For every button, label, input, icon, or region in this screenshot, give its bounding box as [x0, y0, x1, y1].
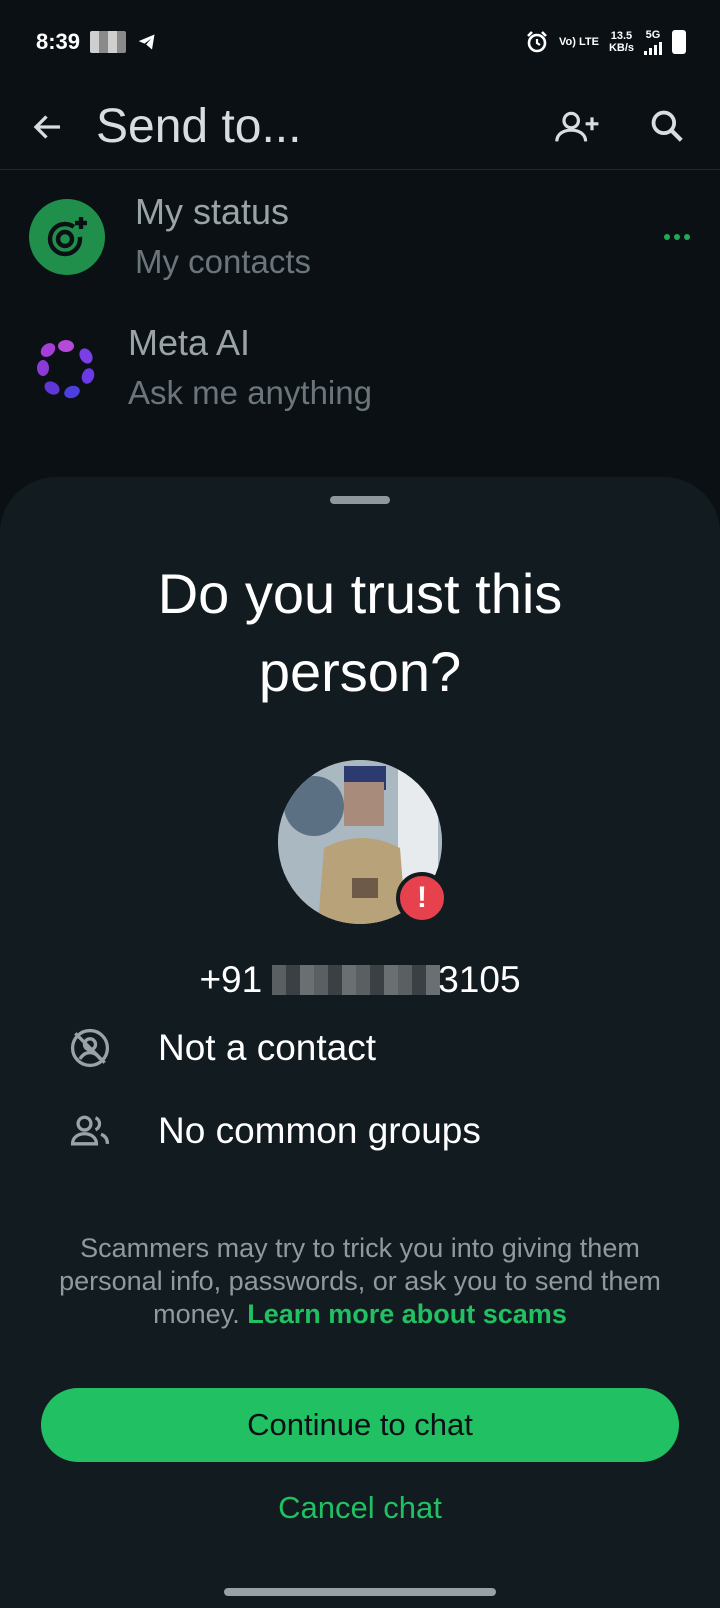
phone-suffix: 3105 [438, 959, 521, 1000]
signal-indicator: 5G [644, 29, 662, 55]
back-button[interactable] [0, 109, 96, 145]
status-add-icon [47, 217, 87, 257]
warning-badge-icon: ! [396, 872, 448, 924]
page-title: Send to... [96, 100, 302, 153]
no-contact-icon [70, 1028, 110, 1068]
cancel-chat-button[interactable]: Cancel chat [200, 1473, 520, 1543]
add-contact-icon[interactable] [552, 107, 600, 147]
profile-photo-container: ! [278, 760, 448, 924]
network-speed: 13.5 KB/s [609, 30, 634, 54]
phone-prefix: +91 [199, 959, 263, 1000]
list-item-title: My status [135, 191, 290, 232]
meta-ai-icon [37, 340, 95, 399]
info-text: Not a contact [158, 1027, 377, 1068]
more-options-icon[interactable] [664, 234, 690, 240]
list-item-subtitle: Ask me anything [128, 374, 372, 411]
status-time: 8:39 [36, 29, 81, 54]
phone-number: +91 3105 [0, 959, 720, 1001]
learn-more-link[interactable]: Learn more about scams [247, 1299, 567, 1329]
meta-ai-avatar [34, 336, 98, 400]
trust-bottom-sheet: Do you trust this person? ! +91 3105 Not… [0, 477, 720, 1608]
network-type: 5G [645, 29, 661, 41]
app-bar: Send to... [0, 84, 720, 170]
continue-to-chat-button[interactable]: Continue to chat [41, 1388, 679, 1462]
network-speed-value: 13.5 [610, 30, 633, 42]
network-speed-unit: KB/s [608, 42, 634, 54]
gesture-navigation-bar[interactable] [224, 1588, 496, 1596]
telegram-icon [138, 34, 155, 50]
info-row-not-contact: Not a contact [0, 1018, 720, 1078]
status-avatar [29, 199, 105, 275]
battery-icon [672, 30, 686, 54]
sheet-title: Do you trust this person? [157, 562, 563, 703]
arrow-left-icon [33, 114, 60, 139]
scam-warning: Scammers may try to trick you into givin… [40, 1232, 680, 1331]
info-row-no-groups: No common groups [0, 1101, 720, 1161]
phone-number-redacted [272, 965, 441, 995]
list-item-title: Meta AI [128, 322, 251, 363]
search-icon[interactable] [648, 107, 686, 145]
sheet-drag-handle[interactable] [330, 496, 390, 504]
list-item-meta-ai[interactable]: Meta AI Ask me anything [0, 303, 720, 433]
blurred-notification-icon [90, 31, 127, 53]
status-bar: 8:39 Vo) LTE 13.5 KB/s 5G [0, 0, 720, 84]
volte-indicator: Vo) LTE [559, 36, 599, 48]
group-icon [70, 1115, 110, 1146]
signal-bars-icon [644, 41, 662, 55]
list-item-subtitle: My contacts [135, 243, 312, 280]
info-text: No common groups [158, 1110, 481, 1151]
list-item-my-status[interactable]: My status My contacts [0, 172, 720, 302]
alarm-icon [527, 31, 547, 53]
